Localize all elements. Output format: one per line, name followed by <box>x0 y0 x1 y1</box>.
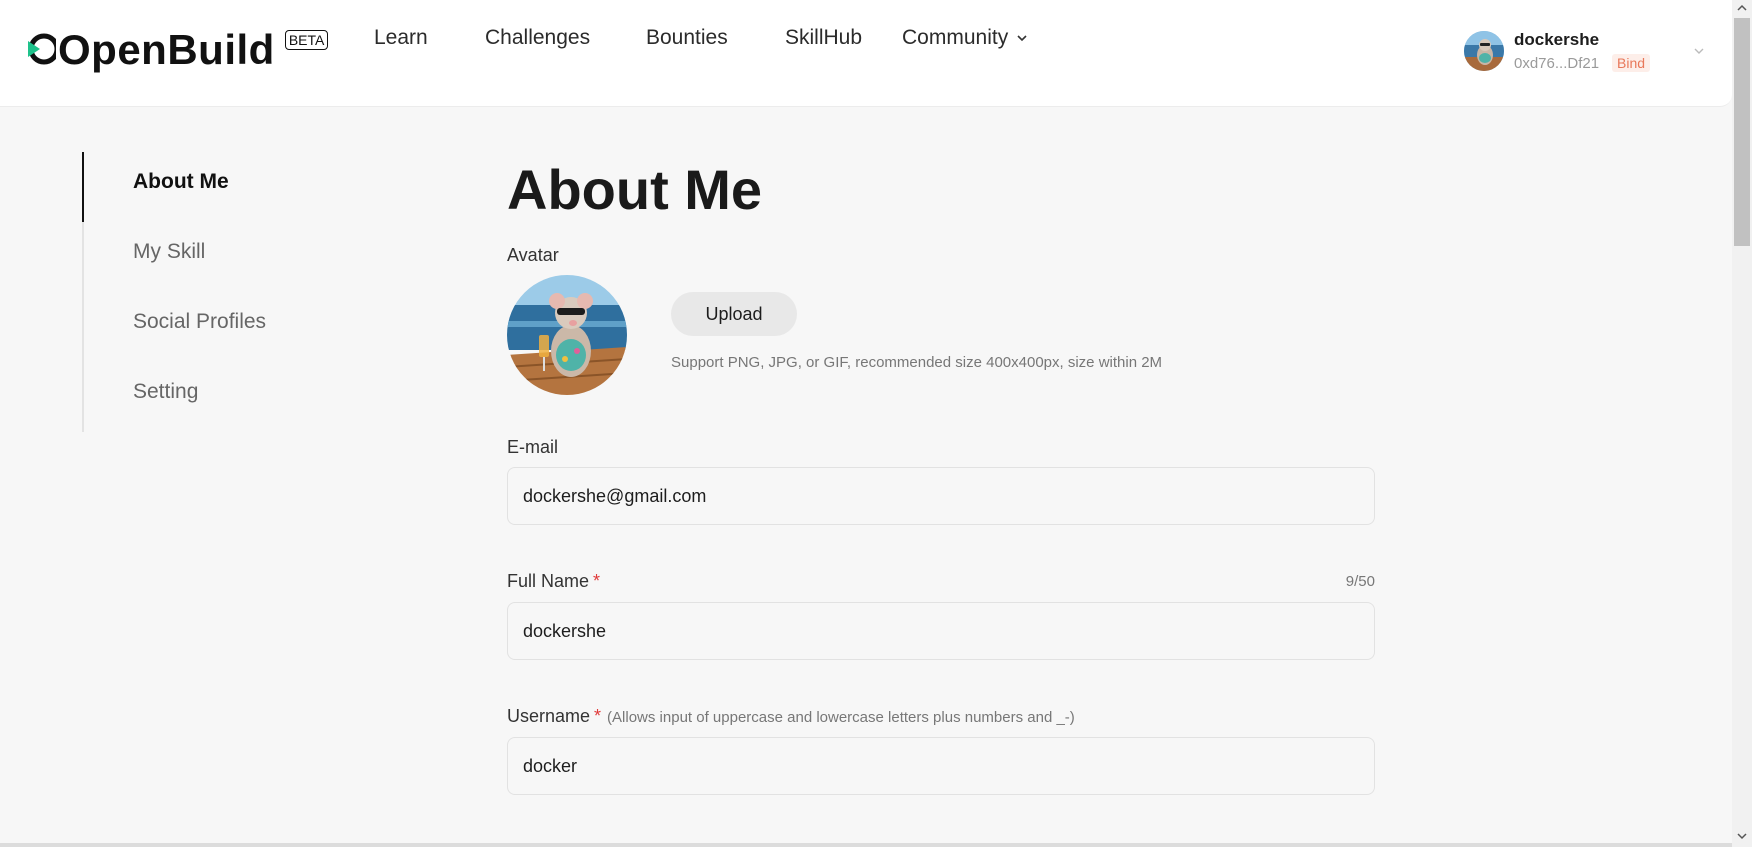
user-menu[interactable]: dockershe 0xd76...Df21 Bind <box>1464 30 1714 76</box>
username-hint: (Allows input of uppercase and lowercase… <box>607 709 1075 726</box>
nav-challenges[interactable]: Challenges <box>485 26 590 50</box>
full-name-label-text: Full Name <box>507 571 590 591</box>
wallet-address: 0xd76...Df21 <box>1514 55 1600 72</box>
beta-badge: BETA <box>284 30 329 50</box>
logo-text: OpenBuild <box>58 26 275 73</box>
logo[interactable]: OpenBuild BETA <box>26 26 329 73</box>
settings-sidebar: About Me My Skill Social Profiles Settin… <box>82 152 384 432</box>
sidebar-item-my-skill[interactable]: My Skill <box>133 240 205 264</box>
char-counter: 9/50 <box>1345 573 1375 590</box>
avatar-preview <box>507 275 627 395</box>
sidebar-item-setting[interactable]: Setting <box>133 380 198 404</box>
page-scrollbar[interactable] <box>1732 0 1752 847</box>
nav-community[interactable]: Community <box>902 26 1028 50</box>
full-name-label: Full Name * <box>507 571 600 592</box>
sidebar-item-about-me[interactable]: About Me <box>133 170 229 194</box>
user-avatar[interactable] <box>1464 31 1504 71</box>
top-header: OpenBuild BETA Learn Challenges Bounties… <box>0 0 1732 107</box>
page-title: About Me <box>507 158 763 221</box>
active-indicator <box>82 152 84 222</box>
required-mark: * <box>594 706 602 726</box>
required-mark: * <box>593 571 601 591</box>
upload-button[interactable]: Upload <box>671 292 797 336</box>
nav-community-label: Community <box>902 26 1009 49</box>
email-label: E-mail <box>507 437 559 457</box>
avatar-image <box>507 275 627 395</box>
sidebar-item-social-profiles[interactable]: Social Profiles <box>133 310 266 334</box>
nav-learn[interactable]: Learn <box>374 26 428 50</box>
scroll-up-icon[interactable] <box>1737 4 1747 12</box>
chevron-down-icon[interactable] <box>1692 44 1706 58</box>
avatar-label: Avatar <box>507 245 559 265</box>
chevron-down-icon <box>1017 35 1027 42</box>
scrollbar-thumb[interactable] <box>1734 18 1750 246</box>
full-name-field[interactable] <box>507 602 1375 660</box>
user-name: dockershe <box>1514 30 1600 49</box>
username-label: Username * (Allows input of uppercase and … <box>507 706 1075 727</box>
upload-hint: Support PNG, JPG, or GIF, recommended si… <box>671 354 1163 371</box>
user-avatar-image <box>1464 31 1504 71</box>
nav-bounties[interactable]: Bounties <box>646 26 728 50</box>
scroll-down-icon[interactable] <box>1737 832 1747 840</box>
nav-skillhub[interactable]: SkillHub <box>785 26 862 50</box>
bind-button[interactable]: Bind <box>1612 54 1651 72</box>
email-field[interactable] <box>507 467 1375 525</box>
openbuild-logo-icon <box>28 33 56 65</box>
username-field[interactable] <box>507 737 1375 795</box>
username-label-text: Username <box>507 706 591 726</box>
horizontal-scrollbar <box>0 843 1732 847</box>
